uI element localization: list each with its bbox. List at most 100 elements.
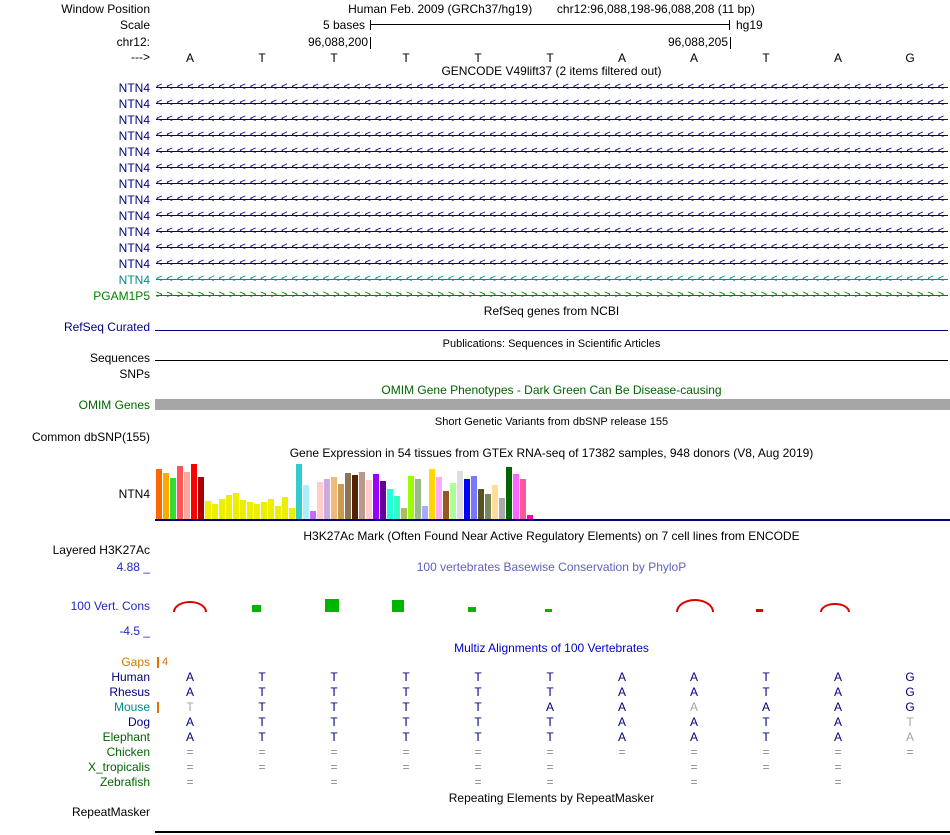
gene-row-NTN4[interactable]: NTN4 <<<<<<<<<<<<<<<<<<<<<<<<<<<<<<<<<<<<… [0, 80, 950, 96]
gene-label[interactable]: NTN4 [0, 96, 150, 112]
gtex-bar-16[interactable] [268, 499, 274, 519]
gene-model-line[interactable]: <<<<<<<<<<<<<<<<<<<<<<<<<<<<<<<<<<<<<<<<… [156, 96, 948, 112]
gtex-bar-19[interactable] [289, 508, 295, 519]
align-row-X_tropicalis[interactable]: X_tropicalis = = = = = = = = = [0, 760, 950, 775]
gtex-bar-42[interactable] [450, 483, 456, 519]
gtex-bar-45[interactable] [471, 476, 477, 519]
refseq-track-label[interactable]: RefSeq Curated [0, 320, 150, 335]
gtex-bar-3[interactable] [177, 466, 183, 519]
gtex-bar-26[interactable] [338, 484, 344, 519]
align-row-Elephant[interactable]: Elephant A T T T T T A A T A A [0, 730, 950, 745]
gene-model-line[interactable]: <<<<<<<<<<<<<<<<<<<<<<<<<<<<<<<<<<<<<<<<… [156, 144, 948, 160]
gene-row-NTN4[interactable]: NTN4 <<<<<<<<<<<<<<<<<<<<<<<<<<<<<<<<<<<<… [0, 144, 950, 160]
dbsnp-track-label[interactable]: Common dbSNP(155) [0, 430, 150, 445]
gene-model-line[interactable]: <<<<<<<<<<<<<<<<<<<<<<<<<<<<<<<<<<<<<<<<… [156, 224, 948, 240]
gtex-bar-12[interactable] [240, 500, 246, 519]
omim-gene-bar[interactable] [155, 399, 950, 410]
repeatmasker-track-line[interactable] [155, 831, 950, 833]
gtex-bar-28[interactable] [352, 475, 358, 519]
gtex-bar-34[interactable] [394, 496, 400, 519]
gtex-bar-20[interactable] [296, 464, 302, 519]
gene-label[interactable]: NTN4 [0, 128, 150, 144]
gtex-bar-49[interactable] [499, 498, 505, 519]
phylop-track-label[interactable]: 100 Vert. Cons [0, 599, 150, 614]
gene-label[interactable]: PGAM1P5 [0, 288, 150, 304]
gtex-bar-44[interactable] [464, 479, 470, 519]
gtex-bar-51[interactable] [513, 474, 519, 519]
gene-label[interactable]: NTN4 [0, 80, 150, 96]
align-species-label[interactable]: Gaps [0, 655, 150, 670]
align-species-label[interactable]: Human [0, 670, 150, 685]
gene-row-PGAM1P5[interactable]: PGAM1P5 >>>>>>>>>>>>>>>>>>>>>>>>>>>>>>>>>… [0, 288, 950, 304]
gtex-expression-plot[interactable] [156, 463, 536, 519]
gene-label[interactable]: NTN4 [0, 112, 150, 128]
phylop-wiggle[interactable] [155, 578, 948, 612]
gtex-bar-15[interactable] [261, 502, 267, 519]
align-species-label[interactable]: Mouse [0, 700, 150, 715]
gene-row-NTN4[interactable]: NTN4 <<<<<<<<<<<<<<<<<<<<<<<<<<<<<<<<<<<<… [0, 256, 950, 272]
gene-model-line[interactable]: <<<<<<<<<<<<<<<<<<<<<<<<<<<<<<<<<<<<<<<<… [156, 80, 948, 96]
gtex-bar-48[interactable] [492, 485, 498, 519]
gtex-bar-39[interactable] [429, 469, 435, 519]
gtex-bar-41[interactable] [443, 491, 449, 519]
gene-label[interactable]: NTN4 [0, 160, 150, 176]
gene-row-NTN4[interactable]: NTN4 <<<<<<<<<<<<<<<<<<<<<<<<<<<<<<<<<<<<… [0, 160, 950, 176]
gene-model-line[interactable]: <<<<<<<<<<<<<<<<<<<<<<<<<<<<<<<<<<<<<<<<… [156, 160, 948, 176]
gene-label[interactable]: NTN4 [0, 224, 150, 240]
gtex-bar-14[interactable] [254, 504, 260, 519]
gene-model-line[interactable]: <<<<<<<<<<<<<<<<<<<<<<<<<<<<<<<<<<<<<<<<… [156, 256, 948, 272]
gtex-bar-50[interactable] [506, 467, 512, 519]
gene-row-NTN4[interactable]: NTN4 <<<<<<<<<<<<<<<<<<<<<<<<<<<<<<<<<<<<… [0, 208, 950, 224]
gtex-bar-11[interactable] [233, 493, 239, 519]
gtex-bar-40[interactable] [436, 477, 442, 519]
gene-model-line[interactable]: <<<<<<<<<<<<<<<<<<<<<<<<<<<<<<<<<<<<<<<<… [156, 272, 948, 288]
sequences-track-line[interactable] [155, 360, 948, 361]
gtex-bar-31[interactable] [373, 474, 379, 519]
gtex-bar-32[interactable] [380, 481, 386, 519]
gtex-bar-0[interactable] [156, 469, 162, 519]
gene-label[interactable]: NTN4 [0, 176, 150, 192]
align-row-Gaps[interactable]: Gaps 4 [0, 655, 950, 670]
gene-label[interactable]: NTN4 [0, 240, 150, 256]
align-species-label[interactable]: Chicken [0, 745, 150, 760]
gene-label[interactable]: NTN4 [0, 192, 150, 208]
gtex-bar-43[interactable] [457, 471, 463, 519]
gene-row-NTN4[interactable]: NTN4 <<<<<<<<<<<<<<<<<<<<<<<<<<<<<<<<<<<<… [0, 176, 950, 192]
gtex-bar-33[interactable] [387, 489, 393, 519]
gene-row-NTN4[interactable]: NTN4 <<<<<<<<<<<<<<<<<<<<<<<<<<<<<<<<<<<<… [0, 272, 950, 288]
align-species-label[interactable]: Rhesus [0, 685, 150, 700]
gene-model-line[interactable]: >>>>>>>>>>>>>>>>>>>>>>>>>>>>>>>>>>>>>>>>… [156, 288, 948, 304]
gtex-bar-23[interactable] [317, 482, 323, 519]
gtex-bar-47[interactable] [485, 494, 491, 519]
gtex-bar-6[interactable] [198, 477, 204, 519]
align-row-Chicken[interactable]: Chicken = = = = = = = = = = = [0, 745, 950, 760]
h3k27ac-track-label[interactable]: Layered H3K27Ac [0, 543, 150, 558]
gene-label[interactable]: NTN4 [0, 256, 150, 272]
repeatmasker-track-label[interactable]: RepeatMasker [0, 805, 150, 820]
refseq-track-line[interactable] [155, 330, 948, 331]
gene-model-line[interactable]: <<<<<<<<<<<<<<<<<<<<<<<<<<<<<<<<<<<<<<<<… [156, 176, 948, 192]
gene-row-NTN4[interactable]: NTN4 <<<<<<<<<<<<<<<<<<<<<<<<<<<<<<<<<<<<… [0, 240, 950, 256]
gene-row-NTN4[interactable]: NTN4 <<<<<<<<<<<<<<<<<<<<<<<<<<<<<<<<<<<<… [0, 224, 950, 240]
gtex-bar-17[interactable] [275, 506, 281, 519]
gene-row-NTN4[interactable]: NTN4 <<<<<<<<<<<<<<<<<<<<<<<<<<<<<<<<<<<<… [0, 192, 950, 208]
gene-label[interactable]: NTN4 [0, 208, 150, 224]
gtex-bar-29[interactable] [359, 472, 365, 519]
gtex-bar-25[interactable] [331, 477, 337, 519]
gtex-bar-36[interactable] [408, 476, 414, 519]
gtex-bar-37[interactable] [415, 479, 421, 519]
gtex-bar-38[interactable] [422, 506, 428, 519]
gtex-bar-30[interactable] [366, 480, 372, 519]
gtex-bar-8[interactable] [212, 504, 218, 519]
gtex-bar-2[interactable] [170, 478, 176, 519]
gtex-bar-52[interactable] [520, 479, 526, 519]
align-row-Zebrafish[interactable]: Zebrafish = = = = = = [0, 775, 950, 790]
gene-model-line[interactable]: <<<<<<<<<<<<<<<<<<<<<<<<<<<<<<<<<<<<<<<<… [156, 240, 948, 256]
align-species-label[interactable]: Dog [0, 715, 150, 730]
gtex-bar-22[interactable] [310, 511, 316, 519]
gene-row-NTN4[interactable]: NTN4 <<<<<<<<<<<<<<<<<<<<<<<<<<<<<<<<<<<<… [0, 112, 950, 128]
gene-model-line[interactable]: <<<<<<<<<<<<<<<<<<<<<<<<<<<<<<<<<<<<<<<<… [156, 192, 948, 208]
gtex-bar-9[interactable] [219, 499, 225, 519]
gene-row-NTN4[interactable]: NTN4 <<<<<<<<<<<<<<<<<<<<<<<<<<<<<<<<<<<<… [0, 128, 950, 144]
gene-label[interactable]: NTN4 [0, 272, 150, 288]
